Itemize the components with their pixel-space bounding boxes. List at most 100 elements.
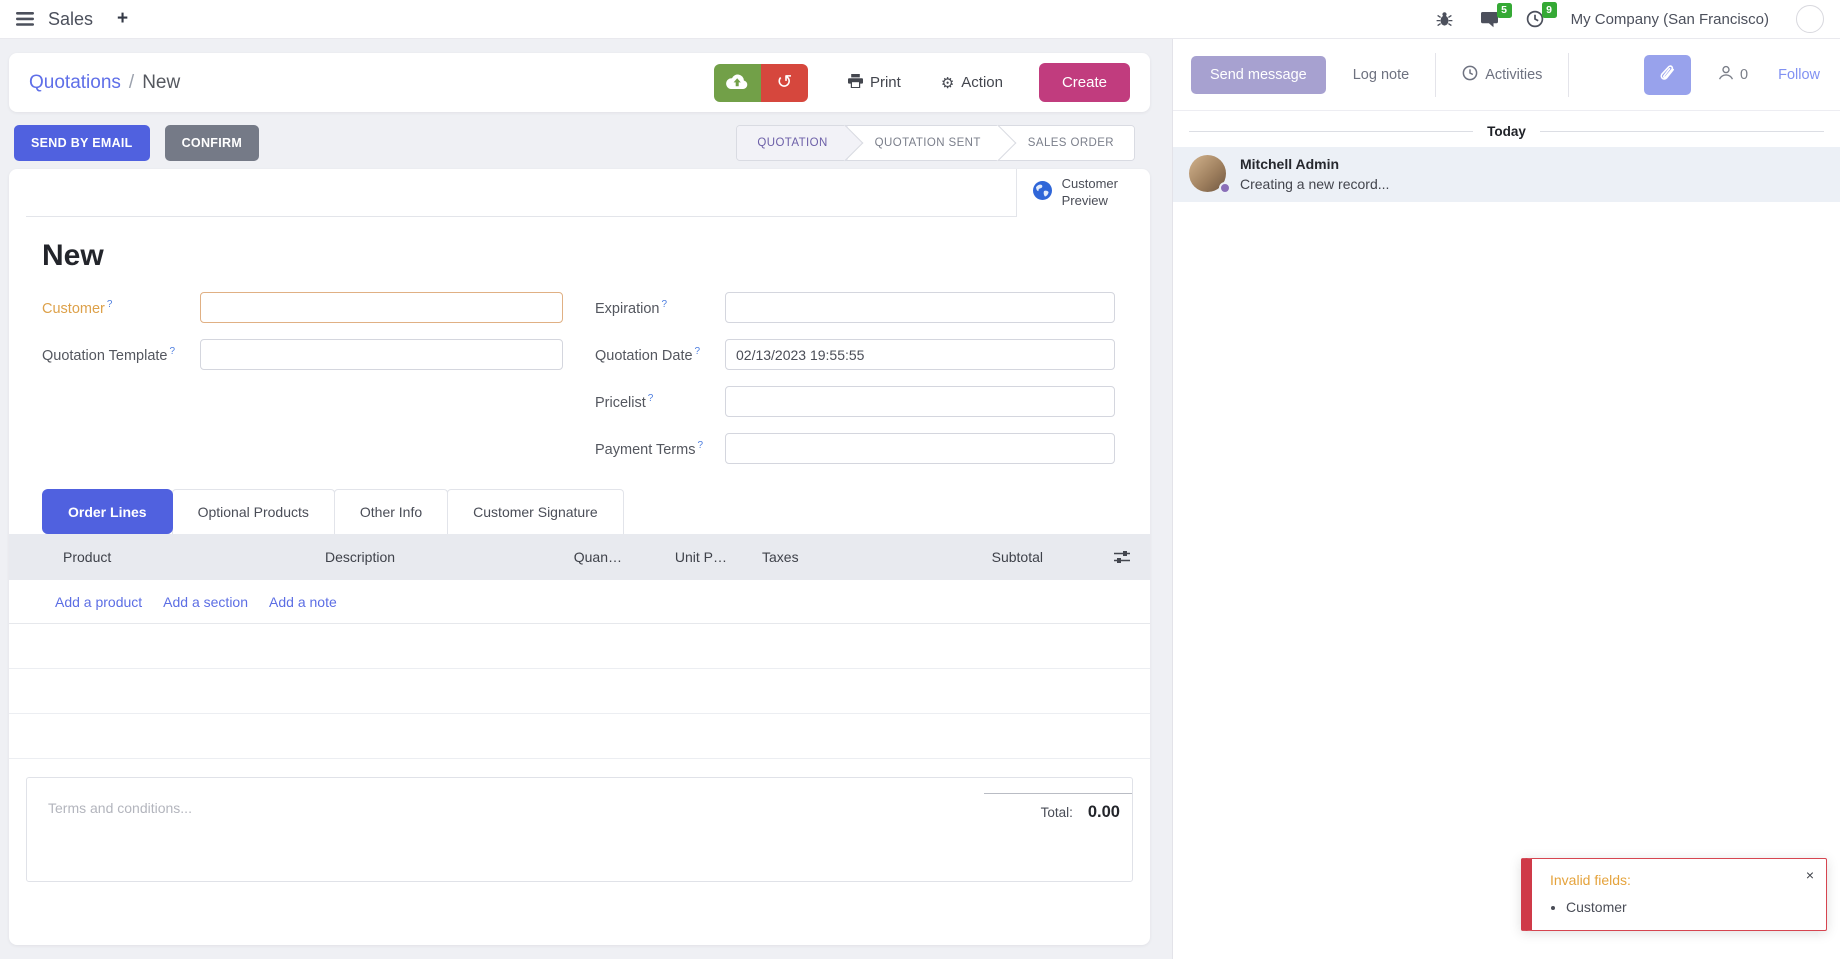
pricelist-label-text: Pricelist: [595, 394, 646, 410]
messages-icon[interactable]: 5: [1480, 11, 1499, 28]
clock-icon: [1462, 65, 1478, 85]
follower-person-icon: [1718, 65, 1734, 84]
divider-line: [1540, 131, 1824, 132]
tab-optional-products[interactable]: Optional Products: [172, 489, 335, 534]
debug-bug-icon[interactable]: [1436, 11, 1453, 27]
user-avatar[interactable]: [1796, 5, 1824, 33]
expiration-input[interactable]: [725, 292, 1115, 323]
step-sales-order[interactable]: SALES ORDER: [1001, 126, 1134, 160]
breadcrumb-quotations-link[interactable]: Quotations: [29, 72, 121, 94]
cloud-upload-icon: [725, 73, 749, 93]
chatter-message[interactable]: Mitchell Admin Creating a new record...: [1173, 147, 1840, 202]
tab-order-lines[interactable]: Order Lines: [42, 489, 173, 534]
control-panel: Quotations / New ↺ Print: [9, 53, 1150, 112]
apps-menu-icon[interactable]: [16, 12, 34, 26]
customer-help-icon[interactable]: ?: [107, 299, 113, 310]
attach-files-button[interactable]: [1644, 55, 1691, 95]
expiration-field-label: Expiration?: [595, 299, 725, 317]
tab-customer-signature[interactable]: Customer Signature: [447, 489, 624, 534]
customer-input[interactable]: [200, 292, 563, 323]
customer-preview-label: Customer Preview: [1062, 176, 1118, 210]
discard-changes-button[interactable]: ↺: [761, 64, 808, 102]
messages-count-badge: 5: [1497, 3, 1512, 19]
print-button[interactable]: Print: [848, 74, 901, 92]
new-tab-button[interactable]: +: [117, 8, 128, 30]
form-sheet: Customer Preview New Customer? Expiratio…: [9, 169, 1150, 945]
activities-clock-icon[interactable]: 9: [1526, 10, 1544, 28]
create-button[interactable]: Create: [1039, 63, 1130, 102]
action-label: Action: [961, 74, 1003, 91]
schedule-activity-button[interactable]: Activities: [1462, 65, 1542, 85]
button-box: Customer Preview: [26, 169, 1133, 217]
presence-dot: [1219, 182, 1231, 194]
terms-and-conditions-input[interactable]: Terms and conditions...: [48, 800, 1132, 816]
chatter-toolbar: Send message Log note Activities: [1173, 39, 1840, 111]
step-quotation[interactable]: QUOTATION: [737, 126, 847, 160]
message-text: Creating a new record...: [1240, 176, 1389, 192]
message-body: Mitchell Admin Creating a new record...: [1240, 155, 1389, 192]
notebook-tabs: Order Lines Optional Products Other Info…: [42, 489, 1150, 534]
empty-list-row: [9, 669, 1150, 714]
quotation-date-help-icon[interactable]: ?: [695, 346, 701, 357]
payment-terms-help-icon[interactable]: ?: [697, 440, 703, 451]
expiration-help-icon[interactable]: ?: [661, 299, 667, 310]
activities-label: Activities: [1485, 67, 1542, 83]
quotation-date-label-text: Quotation Date: [595, 347, 693, 363]
message-author: Mitchell Admin: [1240, 156, 1389, 172]
send-by-email-button[interactable]: SEND BY EMAIL: [14, 125, 150, 161]
followers-button[interactable]: 0: [1718, 65, 1748, 84]
confirm-button[interactable]: CONFIRM: [165, 125, 259, 161]
quotation-template-help-icon[interactable]: ?: [169, 346, 175, 357]
pricelist-help-icon[interactable]: ?: [648, 393, 654, 404]
form-view-column: Quotations / New ↺ Print: [0, 39, 1150, 959]
payment-terms-input[interactable]: [725, 433, 1115, 464]
quotation-template-input[interactable]: [200, 339, 563, 370]
column-taxes[interactable]: Taxes: [762, 549, 942, 565]
send-message-button[interactable]: Send message: [1191, 56, 1326, 94]
pricelist-input[interactable]: [725, 386, 1115, 417]
payment-terms-label-text: Payment Terms: [595, 441, 695, 457]
statusbar: SEND BY EMAIL CONFIRM QUOTATION QUOTATIO…: [9, 125, 1150, 161]
column-description[interactable]: Description: [325, 549, 525, 565]
add-a-product-link[interactable]: Add a product: [55, 594, 142, 610]
column-unit-price[interactable]: Unit P…: [627, 549, 727, 565]
optional-columns-icon[interactable]: [1094, 550, 1150, 564]
expiration-label-text: Expiration: [595, 300, 659, 316]
invalid-fields-toast: Invalid fields: × Customer: [1521, 858, 1827, 931]
column-quantity[interactable]: Quan…: [525, 549, 622, 565]
toast-field-item: Customer: [1566, 899, 1812, 915]
toast-close-icon[interactable]: ×: [1806, 867, 1814, 883]
order-lines-header: Product Description Quan… Unit P… Taxes …: [9, 534, 1150, 580]
customer-preview-button[interactable]: Customer Preview: [1016, 169, 1133, 217]
column-product[interactable]: Product: [63, 549, 325, 565]
navbar-right: 5 9 My Company (San Francisco): [1436, 5, 1824, 33]
app-name[interactable]: Sales: [48, 9, 93, 30]
quotation-date-input[interactable]: [725, 339, 1115, 370]
quotation-template-label-text: Quotation Template: [42, 347, 167, 363]
empty-list-row: [9, 624, 1150, 669]
list-add-row: Add a product Add a section Add a note: [9, 580, 1150, 624]
tab-other-info[interactable]: Other Info: [334, 489, 448, 534]
action-menu-button[interactable]: ⚙ Action: [941, 74, 1003, 92]
chatter-toolbar-right: 0 Follow: [1644, 55, 1820, 95]
log-note-button[interactable]: Log note: [1353, 67, 1409, 83]
form-fields: Customer? Expiration? Quotation Template…: [42, 292, 1117, 464]
save-discard-group: ↺: [714, 64, 808, 102]
save-record-button[interactable]: [714, 64, 761, 102]
follow-button[interactable]: Follow: [1778, 67, 1820, 83]
divider-line: [1189, 131, 1473, 132]
message-author-avatar: [1189, 155, 1226, 192]
printer-icon: [848, 74, 863, 92]
add-a-section-link[interactable]: Add a section: [163, 594, 248, 610]
undo-icon: ↺: [777, 72, 793, 93]
total-value: 0.00: [1088, 803, 1120, 822]
column-subtotal[interactable]: Subtotal: [942, 549, 1094, 565]
company-switcher[interactable]: My Company (San Francisco): [1571, 11, 1769, 28]
toast-field-list: Customer: [1566, 899, 1812, 915]
add-a-note-link[interactable]: Add a note: [269, 594, 337, 610]
empty-list-row: [9, 714, 1150, 759]
record-title: New: [42, 239, 1150, 273]
gear-icon: ⚙: [941, 74, 954, 92]
state-stepper: QUOTATION QUOTATION SENT SALES ORDER: [736, 125, 1135, 161]
step-quotation-sent[interactable]: QUOTATION SENT: [848, 126, 1001, 160]
